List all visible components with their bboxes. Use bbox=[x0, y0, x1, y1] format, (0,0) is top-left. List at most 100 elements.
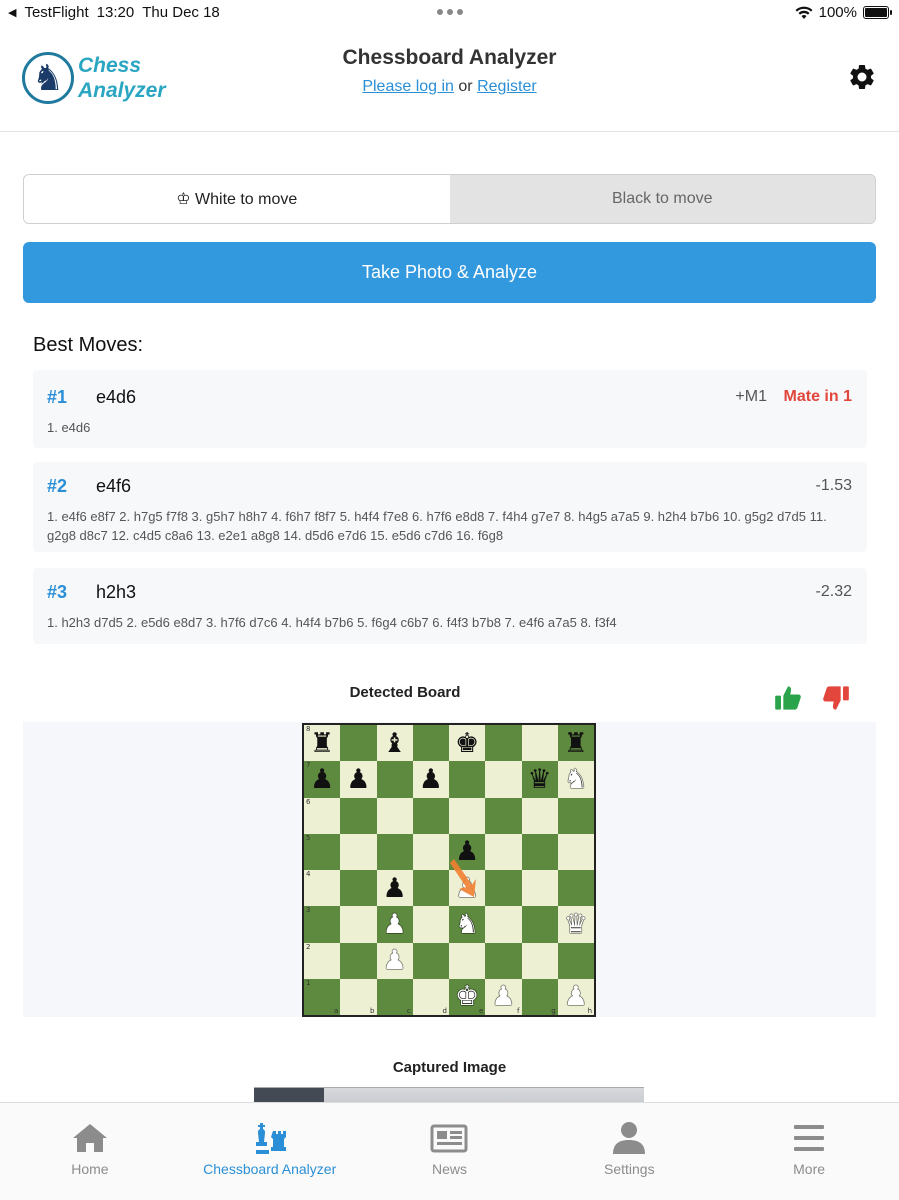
board-square-b8 bbox=[340, 725, 377, 762]
board-square-c3: ♟ bbox=[376, 906, 413, 943]
board-square-d6 bbox=[412, 797, 449, 834]
board-square-c1: c bbox=[376, 978, 413, 1015]
tab-chessboard-analyzer[interactable]: Chessboard Analyzer bbox=[180, 1103, 360, 1200]
move-score: -2.32 bbox=[815, 583, 852, 600]
white-to-move-option[interactable]: ♔ White to move bbox=[24, 175, 450, 223]
board-square-d1: d bbox=[412, 978, 449, 1015]
detected-chessboard[interactable]: 8♜♝♚♜7♟♟♟♛♞65♟4♟♟3♟♞♛2♟1abcde♚f♟gh♟ bbox=[302, 723, 596, 1017]
move-rank: #3 bbox=[47, 582, 68, 602]
page-title: Chessboard Analyzer bbox=[342, 46, 557, 69]
board-square-g1: g bbox=[521, 978, 558, 1015]
file-label: f bbox=[517, 1007, 520, 1015]
board-square-e3: ♞ bbox=[449, 906, 486, 943]
register-link[interactable]: Register bbox=[477, 78, 537, 95]
status-right: 100% bbox=[795, 4, 892, 21]
board-square-b5 bbox=[340, 833, 377, 870]
board-square-b2 bbox=[340, 942, 377, 979]
board-square-d4 bbox=[412, 870, 449, 907]
turn-toggle: ♔ White to move Black to move bbox=[23, 174, 876, 224]
thumbs-up-icon[interactable] bbox=[774, 684, 802, 712]
black-pawn-icon: ♟ bbox=[382, 872, 407, 904]
chess-pieces-icon bbox=[255, 1123, 286, 1154]
tab-label: Home bbox=[71, 1161, 109, 1177]
tab-home[interactable]: Home bbox=[0, 1103, 180, 1200]
board-square-a7: 7 ♟ bbox=[304, 761, 341, 798]
move-card[interactable]: #2 e4f6 -1.53 1. e4f6 e8f7 2. h7g5 f7f8 … bbox=[33, 462, 867, 552]
black-pawn-icon: ♟ bbox=[346, 763, 371, 795]
tab-label: Chessboard Analyzer bbox=[203, 1161, 337, 1177]
file-label: a bbox=[333, 1007, 339, 1015]
board-square-g3 bbox=[521, 906, 558, 943]
board-square-h8: ♜ bbox=[557, 725, 594, 762]
header-center: Chessboard Analyzer Please log in or Reg… bbox=[0, 46, 899, 96]
board-square-g6 bbox=[521, 797, 558, 834]
file-label: h bbox=[587, 1007, 592, 1015]
tab-label: More bbox=[793, 1161, 826, 1177]
move-rank: #1 bbox=[47, 387, 68, 407]
auth-links: Please log in or Register bbox=[0, 78, 899, 96]
thumbs-down-icon[interactable] bbox=[822, 684, 850, 712]
board-square-f3 bbox=[485, 906, 522, 943]
menu-icon bbox=[794, 1125, 825, 1151]
multitasking-dots-icon[interactable] bbox=[437, 9, 463, 15]
board-square-b4 bbox=[340, 870, 377, 907]
move-line: 1. e4f6 e8f7 2. h7g5 f7f8 3. g5h7 h8h7 4… bbox=[47, 509, 827, 543]
login-link[interactable]: Please log in bbox=[362, 78, 454, 95]
black-pawn-icon: ♟ bbox=[310, 763, 335, 795]
move-card[interactable]: #3 h2h3 -2.32 1. h2h3 d7d5 2. e5d6 e8d7 … bbox=[33, 568, 867, 644]
board-square-c2: ♟ bbox=[376, 942, 413, 979]
board-square-h6 bbox=[557, 797, 594, 834]
status-time: 13:20 bbox=[96, 4, 135, 21]
board-square-g8 bbox=[521, 725, 558, 762]
board-square-g2 bbox=[521, 942, 558, 979]
board-square-e8: ♚ bbox=[449, 725, 486, 762]
board-square-b3 bbox=[340, 906, 377, 943]
or-text: or bbox=[458, 78, 473, 95]
file-label: c bbox=[406, 1007, 411, 1015]
status-left: ◀ TestFlight 13:20 Thu Dec 18 bbox=[8, 4, 220, 21]
white-queen-icon: ♛ bbox=[563, 908, 588, 940]
board-square-d2 bbox=[412, 942, 449, 979]
white-pawn-icon: ♟ bbox=[382, 908, 407, 940]
status-date: Thu Dec 18 bbox=[142, 4, 220, 21]
board-square-a1: 1a bbox=[304, 978, 341, 1015]
rank-label: 7 bbox=[306, 761, 311, 770]
board-square-c7 bbox=[376, 761, 413, 798]
tab-news[interactable]: News bbox=[360, 1103, 540, 1200]
board-square-b7: ♟ bbox=[340, 761, 377, 798]
file-label: b bbox=[370, 1007, 375, 1015]
white-pawn-icon: ♟ bbox=[491, 981, 516, 1013]
tab-settings[interactable]: Settings bbox=[539, 1103, 719, 1200]
rank-label: 2 bbox=[306, 942, 311, 951]
board-square-d3 bbox=[412, 906, 449, 943]
board-square-f4 bbox=[485, 870, 522, 907]
status-app-name[interactable]: TestFlight bbox=[24, 4, 88, 21]
board-square-e6 bbox=[449, 797, 486, 834]
white-knight-icon: ♞ bbox=[455, 908, 480, 940]
board-square-f1: f ♟ bbox=[485, 978, 522, 1015]
board-square-c6 bbox=[376, 797, 413, 834]
black-to-move-option[interactable]: Black to move bbox=[449, 175, 875, 223]
move-card[interactable]: #1 e4d6 +M1 Mate in 1 1. e4d6 bbox=[33, 370, 867, 448]
tab-more[interactable]: More bbox=[719, 1103, 899, 1200]
move-line: 1. h2h3 d7d5 2. e5d6 e8d7 3. h7f6 d7c6 4… bbox=[47, 615, 617, 630]
detected-board-heading: Detected Board bbox=[349, 684, 461, 701]
mate-label: Mate in 1 bbox=[783, 388, 852, 405]
board-square-h7: ♞ bbox=[557, 761, 594, 798]
black-pawn-icon: ♟ bbox=[418, 763, 443, 795]
board-square-h1: h ♟ bbox=[557, 978, 594, 1015]
board-square-f5 bbox=[485, 833, 522, 870]
rank-label: 6 bbox=[306, 797, 311, 806]
gear-icon[interactable] bbox=[847, 62, 877, 92]
board-square-g4 bbox=[521, 870, 558, 907]
move-arrow-icon bbox=[450, 859, 476, 897]
board-square-e7 bbox=[449, 761, 486, 798]
captured-image[interactable] bbox=[254, 1087, 644, 1104]
take-photo-button[interactable]: Take Photo & Analyze bbox=[23, 242, 876, 303]
person-icon bbox=[613, 1122, 646, 1154]
move-score: +M1 bbox=[735, 388, 767, 405]
board-square-c5 bbox=[376, 833, 413, 870]
newspaper-icon bbox=[430, 1124, 468, 1153]
back-arrow-icon[interactable]: ◀ bbox=[8, 6, 16, 19]
black-bishop-icon: ♝ bbox=[382, 727, 407, 759]
